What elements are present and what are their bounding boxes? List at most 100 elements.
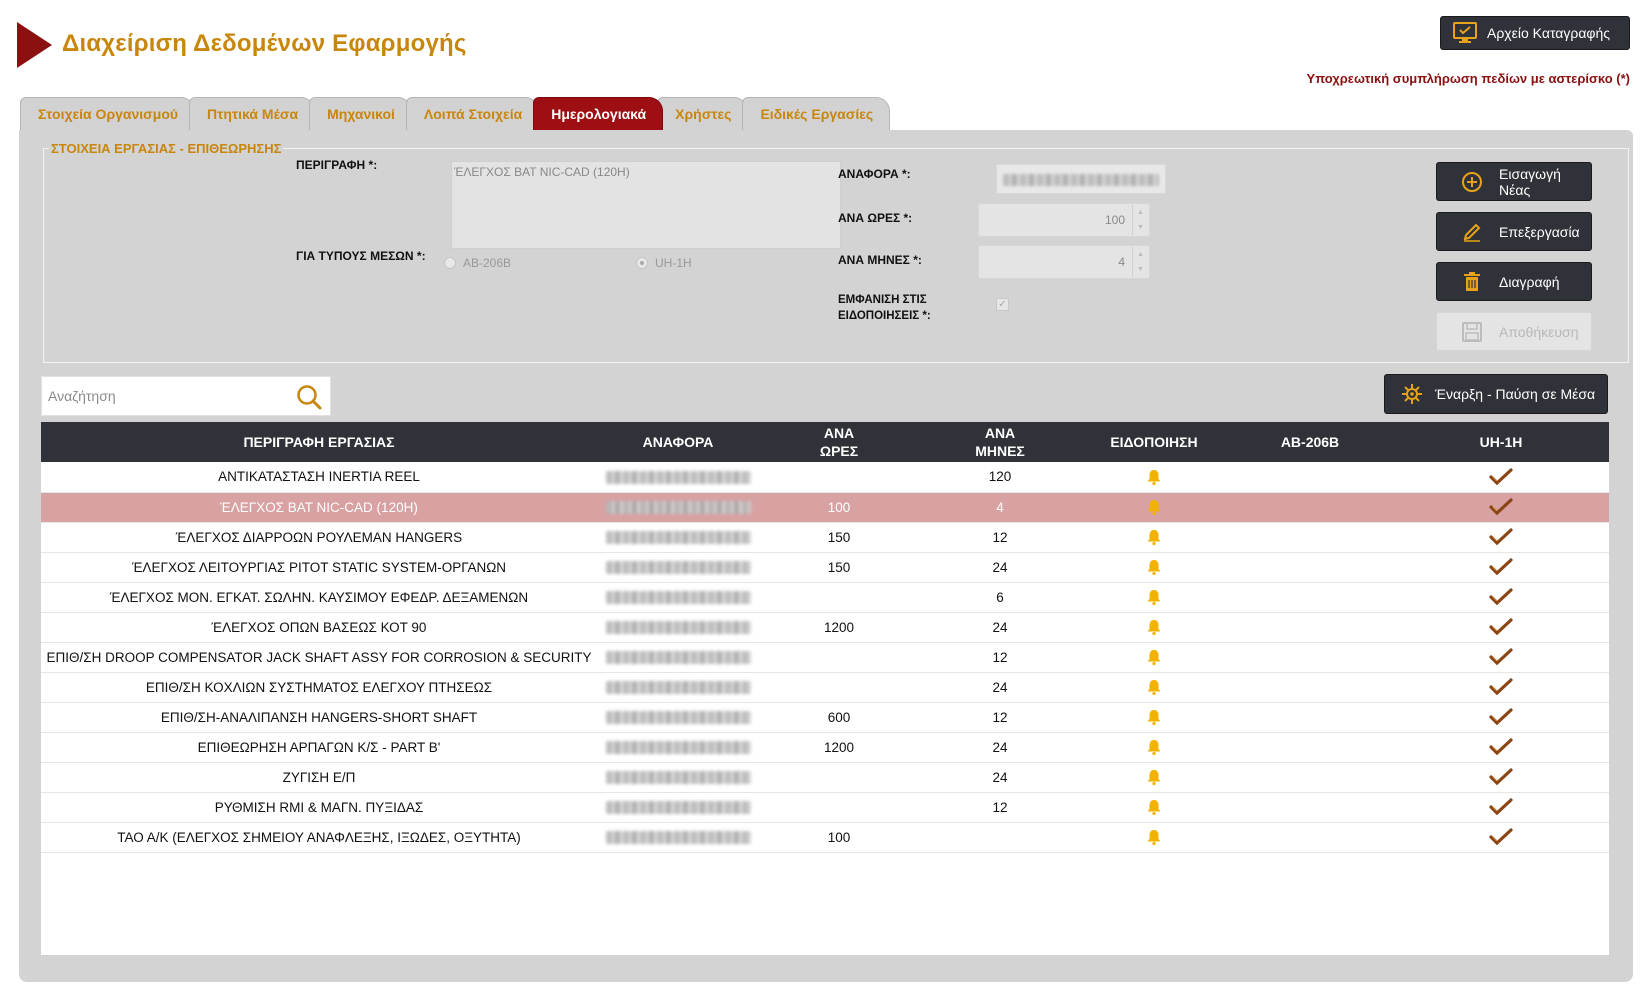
cell-description: ΈΛΕΓΧΟΣ ΟΠΩΝ ΒΑΣΕΩΣ ΚΟΤ 90 <box>41 612 597 643</box>
save-label: Αποθήκευση <box>1499 323 1579 340</box>
cell-months: 12 <box>919 522 1081 553</box>
spinner-up-icon[interactable]: ▲ <box>1133 247 1148 262</box>
cell-hours: 150 <box>759 552 919 583</box>
description-label: ΠΕΡΙΓΡΑΦΗ *: <box>296 158 378 172</box>
redacted-reference <box>605 561 751 575</box>
tab-aircraft[interactable]: Πτητικά Μέσα <box>189 97 316 130</box>
checkmark-icon <box>1489 618 1513 636</box>
bell-icon <box>1147 590 1161 606</box>
spinner-up-icon[interactable]: ▲ <box>1133 205 1148 220</box>
redacted-reference <box>605 651 751 665</box>
table-row[interactable]: ΈΛΕΓΧΟΣ BAT NIC-CAD (120H) 100 4 <box>41 492 1609 523</box>
delete-button[interactable]: Διαγραφή <box>1436 262 1592 301</box>
cell-description: ΖΥΓΙΣΗ Ε/Π <box>41 762 597 793</box>
log-file-button[interactable]: Αρχείο Καταγραφής <box>1440 16 1630 50</box>
bell-icon <box>1147 770 1161 786</box>
cell-months: 24 <box>919 732 1081 763</box>
table-row[interactable]: ΡΥΘΜΙΣΗ RMI & ΜΑΓΝ. ΠΥΞΙΔΑΣ 12 <box>41 792 1609 823</box>
spinner-down-icon[interactable]: ▼ <box>1133 262 1148 277</box>
cell-months: 24 <box>919 672 1081 703</box>
app-title: Διαχείριση Δεδομένων Εφαρμογής <box>62 30 467 57</box>
col-uh1h[interactable]: UH-1H <box>1393 422 1609 462</box>
tab-special-tasks[interactable]: Ειδικές Εργασίες <box>742 97 891 130</box>
col-hours[interactable]: ΑΝΑ ΩΡΕΣ <box>759 422 919 462</box>
months-spinner[interactable]: ▲ ▼ <box>1132 247 1148 277</box>
cell-hours <box>759 582 919 613</box>
cell-hours <box>759 762 919 793</box>
tab-label: Πτητικά Μέσα <box>207 106 299 122</box>
table-row[interactable]: ΕΠΙΘ/ΣΗ ΚΟΧΛΙΩΝ ΣΥΣΤΗΜΑΤΟΣ ΕΛΕΓΧΟΥ ΠΤΗΣΕ… <box>41 672 1609 703</box>
table-row[interactable]: ΕΠΙΘ/ΣΗ-ΑΝΑΛΙΠΑΝΣΗ HANGERS-SHORT SHAFT 60… <box>41 702 1609 733</box>
tab-organization[interactable]: Στοιχεία Οργανισμού <box>20 97 196 130</box>
task-form-legend: ΣΤΟΙΧΕΙΑ ΕΡΓΑΣΙΑΣ - ΕΠΙΘΕΩΡΗΣΗΣ <box>49 141 284 156</box>
cell-uh1h <box>1393 582 1609 613</box>
edit-button[interactable]: Επεξεργασία <box>1436 212 1592 251</box>
cell-months <box>919 822 1081 853</box>
checkmark-icon <box>1489 498 1513 516</box>
months-stepper[interactable]: 4 ▲ ▼ <box>978 245 1150 279</box>
cell-hours <box>759 642 919 673</box>
cell-ab206b <box>1227 612 1393 643</box>
col-description[interactable]: ΠΕΡΙΓΡΑΦΗ ΕΡΓΑΣΙΑΣ <box>41 422 597 462</box>
notify-checkbox[interactable]: ✓ <box>996 298 1009 311</box>
cell-uh1h <box>1393 672 1609 703</box>
tab-label: Στοιχεία Οργανισμού <box>38 106 179 122</box>
cell-description: ΕΠΙΘ/ΣΗ-ΑΝΑΛΙΠΑΝΣΗ HANGERS-SHORT SHAFT <box>41 702 597 733</box>
cell-ab206b <box>1227 522 1393 553</box>
cell-reference <box>597 642 759 673</box>
spinner-down-icon[interactable]: ▼ <box>1133 220 1148 235</box>
table-row[interactable]: ΈΛΕΓΧΟΣ ΜΟΝ. ΕΓΚΑΤ. ΣΩΛΗΝ. ΚΑΥΣΙΜΟΥ ΕΦΕΔ… <box>41 582 1609 613</box>
table-row[interactable]: ΕΠΙΘΕΩΡΗΣΗ ΑΡΠΑΓΩΝ Κ/Σ - PART B' 1200 24 <box>41 732 1609 763</box>
table-row[interactable]: ΖΥΓΙΣΗ Ε/Π 24 <box>41 762 1609 793</box>
table-row[interactable]: ΑΝΤΙΚΑΤΑΣΤΑΣΗ INERTIA REEL 120 <box>41 462 1609 493</box>
checkmark-icon <box>1489 768 1513 786</box>
cell-notification <box>1081 462 1227 493</box>
tab-calendar[interactable]: Ημερολογιακά <box>533 97 664 130</box>
start-stop-vehicles-button[interactable]: Έναρξη - Παύση σε Μέσα <box>1384 374 1608 414</box>
hours-stepper[interactable]: 100 ▲ ▼ <box>978 203 1150 237</box>
radio-uh1h[interactable]: UH-1H <box>636 256 692 270</box>
table-row[interactable]: ΈΛΕΓΧΟΣ ΛΕΙΤΟΥΡΓΙΑΣ PITOT STATIC SYSTEM-… <box>41 552 1609 583</box>
search-box <box>41 376 331 416</box>
cell-ab206b <box>1227 792 1393 823</box>
cell-months: 4 <box>919 492 1081 523</box>
table-row[interactable]: ΈΛΕΓΧΟΣ ΔΙΑΡΡΟΩΝ ΡΟΥΛΕΜΑΝ HANGERS 150 12 <box>41 522 1609 553</box>
cell-ab206b <box>1227 582 1393 613</box>
cell-ab206b <box>1227 492 1393 523</box>
cell-months: 24 <box>919 552 1081 583</box>
table-row[interactable]: ΕΠΙΘ/ΣΗ DROOP COMPENSATOR JACK SHAFT ASS… <box>41 642 1609 673</box>
bell-icon <box>1147 530 1161 546</box>
radio-ab206b[interactable]: AB-206B <box>444 256 511 270</box>
tab-other-data[interactable]: Λοιπά Στοιχεία <box>405 97 540 130</box>
cell-description: ΈΛΕΓΧΟΣ ΔΙΑΡΡΟΩΝ ΡΟΥΛΕΜΑΝ HANGERS <box>41 522 597 553</box>
col-ab206b[interactable]: AB-206B <box>1227 422 1393 462</box>
redacted-reference <box>605 711 751 725</box>
col-hours-line2: ΩΡΕΣ <box>819 443 859 459</box>
hours-spinner[interactable]: ▲ ▼ <box>1132 205 1148 235</box>
cell-hours: 1200 <box>759 732 919 763</box>
bell-icon <box>1147 800 1161 816</box>
cell-notification <box>1081 612 1227 643</box>
cell-hours: 100 <box>759 492 919 523</box>
reference-input[interactable] <box>996 164 1166 194</box>
add-new-button[interactable]: Εισαγωγή Νέας <box>1436 162 1592 201</box>
table-row[interactable]: ΤΑΟ Α/Κ (ΕΛΕΓΧΟΣ ΣΗΜΕΙΟΥ ΑΝΑΦΛΕΞΗΣ, ΙΞΩΔ… <box>41 822 1609 853</box>
col-hours-line1: ΑΝΑ <box>823 425 855 441</box>
bell-icon <box>1147 740 1161 756</box>
tab-users[interactable]: Χρήστες <box>657 97 749 130</box>
search-icon[interactable] <box>295 383 323 411</box>
table-row[interactable]: ΈΛΕΓΧΟΣ ΟΠΩΝ ΒΑΣΕΩΣ ΚΟΤ 90 1200 24 <box>41 612 1609 643</box>
save-button[interactable]: Αποθήκευση <box>1436 312 1592 351</box>
col-months[interactable]: ΑΝΑ ΜΗΝΕΣ <box>919 422 1081 462</box>
search-input[interactable] <box>42 377 287 415</box>
cell-ab206b <box>1227 702 1393 733</box>
radio-circle-selected <box>636 257 648 269</box>
col-notification[interactable]: ΕΙΔΟΠΟΙΗΣΗ <box>1081 422 1227 462</box>
months-value: 4 <box>1118 255 1125 269</box>
table-body: ΑΝΤΙΚΑΤΑΣΤΑΣΗ INERTIA REEL 120 ΈΛΕΓΧΟΣ BAT… <box>41 462 1609 853</box>
tab-engineers[interactable]: Μηχανικοί <box>309 97 412 130</box>
col-reference[interactable]: ΑΝΑΦΟΡΑ <box>597 422 759 462</box>
description-textarea[interactable]: ΈΛΕΓΧΟΣ BAT NIC-CAD (120H) <box>451 161 841 249</box>
cell-notification <box>1081 672 1227 703</box>
cell-hours: 100 <box>759 822 919 853</box>
